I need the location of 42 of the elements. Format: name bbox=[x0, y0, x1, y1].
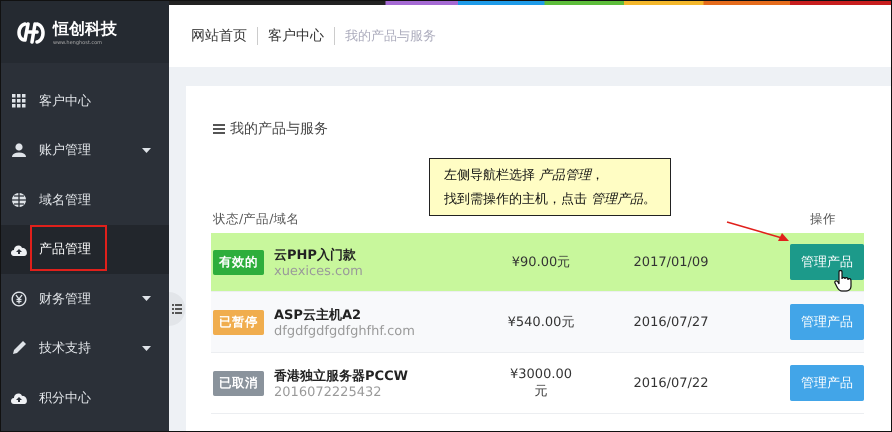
product-name: ASP云主机A2 bbox=[274, 306, 362, 324]
grid-icon bbox=[10, 94, 28, 108]
breadcrumb-link[interactable]: 客户中心 bbox=[257, 27, 324, 45]
price-cell-text: ¥3000.00元 bbox=[508, 366, 574, 400]
sidebar-item[interactable]: 产品管理 bbox=[1, 224, 169, 274]
logo-name: 恒创科技 bbox=[53, 18, 117, 40]
date-cell-text: 2017/01/09 bbox=[632, 254, 710, 270]
cloud-upload-icon bbox=[10, 391, 28, 404]
sidebar-item[interactable]: 客户中心 bbox=[1, 76, 169, 126]
sidebar-toggle[interactable] bbox=[169, 292, 185, 326]
pencil-icon bbox=[10, 340, 28, 356]
card-title: 我的产品与服务 bbox=[230, 120, 328, 138]
sidebar-item[interactable]: 财务管理 bbox=[1, 274, 169, 324]
callout-text: 左侧导航栏选择 产品管理， bbox=[444, 167, 606, 184]
logo-icon bbox=[15, 20, 47, 44]
yen-icon bbox=[10, 290, 28, 307]
date-cell-text: 2016/07/22 bbox=[632, 376, 710, 390]
cloud-upload-icon bbox=[10, 242, 28, 256]
sidebar-item[interactable]: 域名管理 bbox=[1, 175, 169, 224]
sidebar-item[interactable]: 积分中心 bbox=[1, 373, 169, 422]
breadcrumb-link[interactable]: 网站首页 bbox=[191, 27, 247, 45]
globe-icon bbox=[10, 192, 28, 208]
callout-text: 找到需操作的主机，点击 管理产品。 bbox=[444, 191, 656, 208]
sidebar-item[interactable]: 技术支持 bbox=[1, 324, 169, 373]
list-icon bbox=[213, 124, 225, 134]
price-cell-text: ¥90.00元 bbox=[510, 254, 572, 271]
product-domain: 2016072225432 bbox=[274, 384, 383, 400]
column-header: 状态/产品/域名 bbox=[213, 211, 300, 228]
status-badge: 有效的 bbox=[213, 250, 264, 274]
list-icon bbox=[172, 304, 182, 314]
date-cell-text: 2016/07/27 bbox=[632, 314, 710, 330]
status-badge: 已暂停 bbox=[213, 310, 264, 334]
annotation-arrow bbox=[726, 221, 790, 243]
user-icon bbox=[10, 143, 28, 158]
column-header: 操作 bbox=[810, 211, 836, 228]
product-domain: xuexices.com bbox=[274, 264, 364, 278]
sidebar-item[interactable]: 账户管理 bbox=[1, 126, 169, 175]
product-domain: dfgdfgdfgdfghfhf.com bbox=[274, 324, 416, 338]
product-name: 云PHP入门款 bbox=[274, 246, 357, 264]
status-badge: 已取消 bbox=[213, 370, 264, 396]
price-cell-text: ¥540.00元 bbox=[506, 314, 576, 331]
product-name: 香港独立服务器PCCW bbox=[274, 368, 409, 384]
